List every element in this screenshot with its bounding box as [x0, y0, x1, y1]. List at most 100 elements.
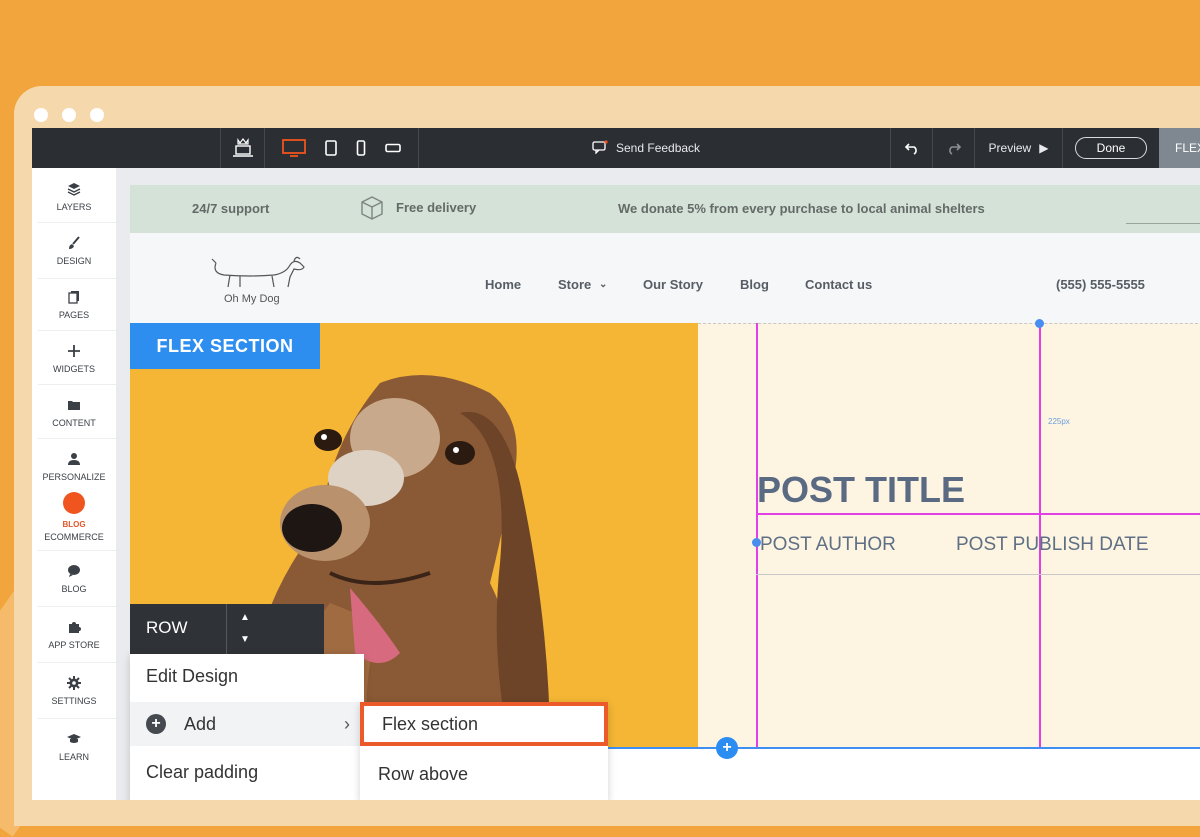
done-button[interactable]: Done	[1075, 137, 1147, 159]
window-dot-icon	[62, 108, 76, 122]
sidebar-item-label: LEARN	[58, 752, 89, 762]
preview-label: Preview	[988, 141, 1032, 155]
menu-item-label: Add	[184, 713, 217, 734]
folder-icon	[32, 398, 116, 412]
guide-line	[756, 323, 758, 748]
sidebar-item-layers[interactable]: LAYERS	[32, 182, 116, 212]
guide-measure: 225px	[1048, 417, 1070, 426]
phone-number[interactable]: (555) 555-5555	[1056, 277, 1145, 292]
flex-tab[interactable]: FLEX	[1159, 128, 1200, 168]
window-dot-icon	[34, 108, 48, 122]
blog-badge-icon	[63, 492, 85, 514]
submenu-label: Flex section	[382, 713, 479, 734]
row-context-menu: Edit Design + Add › Clear padding	[130, 654, 364, 800]
plus-icon	[32, 344, 116, 358]
left-sidebar: LAYERS DESIGN PAGES WIDGETS CONTENT PERS…	[32, 168, 117, 800]
resize-handle[interactable]	[1035, 319, 1044, 328]
menu-item-clear-padding[interactable]: Clear padding	[130, 750, 364, 794]
pages-icon	[32, 290, 116, 304]
divider	[756, 574, 1200, 575]
post-title[interactable]: POST TITLE	[757, 469, 965, 511]
box-icon	[360, 195, 384, 224]
sidebar-item-label: DESIGN	[56, 256, 92, 266]
add-submenu: Flex section Row above	[360, 702, 608, 800]
submenu-label: Row above	[378, 763, 469, 784]
sidebar-item-label: WIDGETS	[53, 364, 95, 374]
announcement-bar: 24/7 support Free delivery We donate 5% …	[130, 185, 1200, 233]
nav-blog[interactable]: Blog	[740, 277, 769, 292]
sidebar-item-label: LAYERS	[56, 202, 92, 212]
graduation-cap-icon	[32, 732, 116, 746]
editor-app: Send Feedback Preview ▶ Done FLEX LAYERS…	[32, 128, 1200, 800]
desktop-icon[interactable]	[282, 139, 307, 157]
menu-item-add[interactable]: + Add ›	[130, 702, 364, 746]
feedback-icon	[592, 139, 608, 157]
gear-icon	[32, 676, 116, 690]
sidebar-item-app-store[interactable]: APP STORE	[32, 620, 116, 650]
submenu-item-row-above[interactable]: Row above	[360, 752, 608, 796]
device-switcher	[264, 128, 418, 168]
arrow-down-icon[interactable]: ▼	[240, 634, 250, 645]
sidebar-item-learn[interactable]: LEARN	[32, 732, 116, 762]
sidebar-item-widgets[interactable]: WIDGETS	[32, 344, 116, 374]
sidebar-item-personalize[interactable]: PERSONALIZE	[32, 452, 116, 482]
post-date[interactable]: POST PUBLISH DATE	[956, 534, 1149, 556]
menu-item-edit-design[interactable]: Edit Design	[130, 654, 364, 698]
sidebar-item-label: ECOMMERCE	[44, 532, 104, 542]
chat-bubble-icon	[32, 564, 116, 578]
row-move-arrows[interactable]: ▲ ▼	[226, 604, 265, 654]
sidebar-item-pages[interactable]: PAGES	[32, 290, 116, 320]
logo-text: Oh My Dog	[224, 293, 280, 305]
nav-store[interactable]: Store	[558, 277, 591, 292]
sidebar-item-settings[interactable]: SETTINGS	[32, 676, 116, 706]
delivery-text: Free delivery	[396, 200, 477, 215]
undo-icon[interactable]	[890, 128, 932, 168]
send-feedback-label: Send Feedback	[616, 141, 701, 155]
send-feedback-button[interactable]: Send Feedback	[592, 128, 700, 168]
redo-icon[interactable]	[932, 128, 974, 168]
sidebar-item-label: PERSONALIZE	[42, 472, 106, 482]
puzzle-icon	[32, 620, 116, 634]
post-author[interactable]: POST AUTHOR	[760, 534, 896, 556]
sidebar-item-ecommerce[interactable]: ECOMMERCE	[32, 532, 116, 542]
menu-item-label: Clear padding	[146, 761, 259, 782]
site-header: Oh My Dog Home Store ⌄ Our Story Blog Co…	[130, 233, 1200, 323]
dog-logo-icon[interactable]	[210, 249, 306, 298]
sidebar-item-label: BLOG	[61, 584, 87, 594]
done-button-wrap: Done	[1062, 128, 1159, 168]
sidebar-item-label: CONTENT	[52, 418, 96, 428]
flex-section-label[interactable]: FLEX SECTION	[130, 323, 320, 369]
sidebar-item-design[interactable]: DESIGN	[32, 236, 116, 266]
window-dot-icon	[90, 108, 104, 122]
row-label: ROW	[146, 618, 188, 637]
chevron-right-icon: ›	[344, 713, 350, 734]
support-text: 24/7 support	[192, 201, 270, 216]
tablet-icon[interactable]	[325, 140, 337, 156]
play-icon: ▶	[1039, 141, 1049, 155]
sidebar-item-label: PAGES	[58, 310, 90, 320]
arrow-up-icon[interactable]: ▲	[240, 612, 250, 623]
mobile-icon[interactable]	[356, 140, 366, 156]
add-section-button[interactable]: +	[716, 737, 738, 759]
landscape-icon[interactable]	[384, 143, 401, 153]
menu-item-label: Edit Design	[146, 665, 239, 686]
brush-icon	[32, 236, 116, 250]
top-toolbar: Send Feedback Preview ▶ Done FLEX	[32, 128, 1200, 168]
donate-text: We donate 5% from every purchase to loca…	[618, 201, 985, 216]
submenu-item-flex-section[interactable]: Flex section	[360, 702, 608, 746]
sidebar-item-label: SETTINGS	[51, 696, 97, 706]
nav-home[interactable]: Home	[485, 277, 521, 292]
crown-desktop-icon[interactable]	[220, 128, 264, 168]
preview-button[interactable]: Preview ▶	[974, 128, 1062, 168]
sidebar-item-label: APP STORE	[48, 640, 100, 650]
chevron-down-icon: ⌄	[599, 279, 608, 290]
sidebar-item-blog[interactable]: BLOG	[32, 564, 116, 594]
nav-our-story[interactable]: Our Story	[643, 277, 703, 292]
person-icon	[32, 452, 116, 466]
nav-contact[interactable]: Contact us	[805, 277, 872, 292]
add-circle-icon: +	[146, 714, 166, 734]
blog-badge-label: BLOG	[62, 520, 86, 529]
layers-icon	[32, 182, 116, 196]
guide-line	[756, 513, 1200, 515]
sidebar-item-content[interactable]: CONTENT	[32, 398, 116, 428]
